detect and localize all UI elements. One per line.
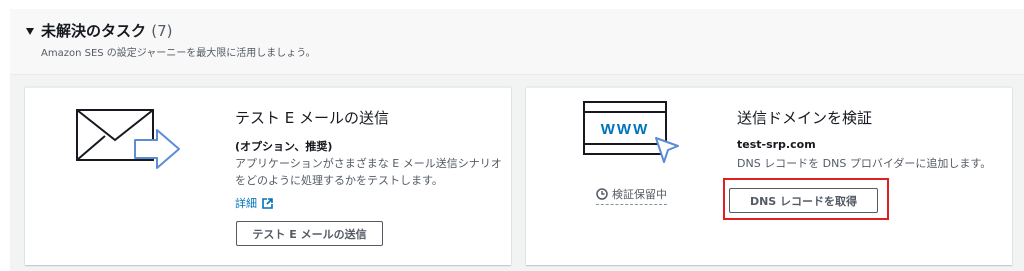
learn-more-label: 詳細 bbox=[235, 197, 257, 210]
section-title[interactable]: 未解決のタスク (7) bbox=[41, 20, 173, 41]
section-title-text: 未解決のタスク bbox=[41, 22, 147, 40]
pending-label: 検証保留中 bbox=[612, 188, 667, 201]
card-description: DNS レコードを DNS プロバイダーに追加します。 bbox=[737, 157, 992, 170]
learn-more-link[interactable]: 詳細 bbox=[235, 195, 273, 211]
task-card-send-test-email: テスト E メールの送信 (オプション、推奨) アプリケーションがさまざまな E… bbox=[25, 87, 511, 265]
tasks-header bbox=[10, 9, 1024, 75]
card-description: アプリケーションがさまざまな E メール送信シナリオをどのように処理するかをテス… bbox=[235, 157, 502, 187]
envelope-send-icon bbox=[76, 109, 180, 169]
svg-text:WWW: WWW bbox=[601, 121, 649, 138]
domain-name: test-srp.com bbox=[737, 138, 816, 151]
task-card-verify-domain: WWW 送信ドメインを検証 test-srp.com DNS レコードを DNS… bbox=[526, 87, 1012, 265]
send-test-email-button[interactable]: テスト E メールの送信 bbox=[236, 221, 383, 246]
external-link-icon bbox=[262, 197, 273, 209]
browser-www-icon: WWW bbox=[583, 101, 679, 163]
section-subtitle: Amazon SES の設定ジャーニーを最大限に活用しましょう。 bbox=[41, 48, 316, 59]
highlight-box bbox=[723, 178, 889, 220]
section-count: (7) bbox=[151, 22, 173, 40]
card-recommendation: (オプション、推奨) bbox=[235, 140, 333, 153]
clock-icon bbox=[596, 188, 608, 200]
card-title: テスト E メールの送信 bbox=[235, 109, 390, 127]
collapse-caret-icon[interactable] bbox=[26, 28, 34, 35]
card-title: 送信ドメインを検証 bbox=[737, 109, 873, 127]
verification-pending-status: 検証保留中 bbox=[596, 186, 667, 205]
